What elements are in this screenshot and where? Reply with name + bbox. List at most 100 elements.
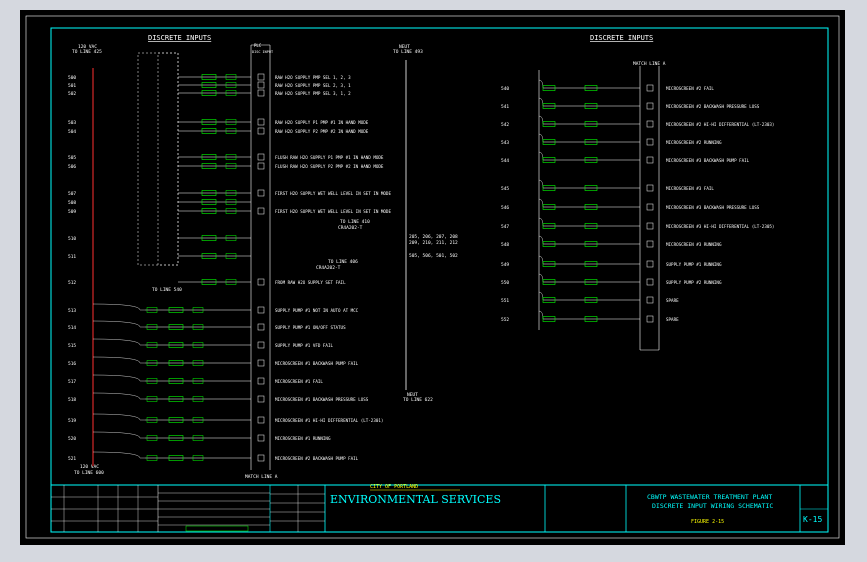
rung-line-number: 552 [501,317,509,323]
supply-jumper [92,413,145,421]
rung-description: FIRST H2O SUPPLY WET WELL LEVEL IN SET I… [275,209,391,214]
input-point [257,127,265,135]
rung-line-number: 501 [68,83,76,89]
supply-jumper [538,97,544,107]
input-point [646,138,654,146]
rung-description: MICROSCREEN #3 BACKWASH PUMP FAIL [666,158,750,163]
rung-description: MICROSCREEN #1 FAIL [275,379,323,384]
supply-jumper [92,451,145,459]
left-rung: 501 RAW H2O SUPPLY PMP SEL 2, 3, 1 [68,81,351,89]
rung-description: SUPPLY PUMP #2 RUNNING [666,280,722,285]
rung-description: SUPPLY PUMP #1 VFD FAIL [275,343,333,348]
rung-description: SUPPLY PUMP #1 ON/OFF STATUS [275,325,346,330]
supply-jumper [538,198,544,208]
rung-line-number: 502 [68,91,76,97]
supply-jumper [538,133,544,143]
supply-jumper [92,320,145,328]
input-point [646,120,654,128]
figure-number: FIGURE 2-15 [691,519,724,525]
supply-bottom-label: 120 VAC [80,464,99,470]
input-point [257,89,265,97]
wiring-schematic: DISCRETE INPUTS DISCRETE INPUTS 120 VAC … [25,15,840,539]
supply-jumper [538,291,544,301]
rung-description: SPARE [666,298,679,303]
input-point [257,306,265,314]
rung-description: SUPPLY PUMP #1 RUNNING [666,262,722,267]
supply-jumper [538,179,544,189]
left-rung: 520 MICROSCREEN #1 RUNNING [68,431,331,442]
input-point [257,278,265,286]
rung-line-number: 519 [68,418,76,424]
drawing-title-line-1: CBWTP WASTEWATER TREATMENT PLANT [647,493,772,501]
right-rungs: 540 MICROSCREEN #2 FAIL 541 MICROSCREEN #2 … [501,79,774,323]
left-rung: 500 RAW H2O SUPPLY PMP SEL 1, 2, 3 [68,73,351,81]
rung-description: MICROSCREEN #1 HI-HI DIFFERENTIAL (LT-23… [275,418,383,423]
right-rung: 543 MICROSCREEN #2 RUNNING [501,133,722,146]
rung-line-number: 504 [68,129,76,135]
right-rung: 548 MICROSCREEN #3 RUNNING [501,235,722,248]
selector-contact-box [157,52,179,266]
supply-jumper [92,374,145,382]
left-rung: 507 FIRST H2O SUPPLY WET WELL LEVEL IN SE… [68,189,391,197]
rung-line-number: 541 [501,104,509,110]
note-relay-a: CR4A202-T [338,225,363,231]
rung-line-number: 503 [68,120,76,126]
rung-line-number: 506 [68,164,76,170]
left-rung: 515 SUPPLY PUMP #1 VFD FAIL [68,338,333,349]
rung-line-number: 547 [501,224,509,230]
left-rung: 519 MICROSCREEN #1 HI-HI DIFFERENTIAL (LT… [68,413,383,424]
right-rung: 544 MICROSCREEN #3 BACKWASH PUMP FAIL [501,151,750,164]
rung-line-number: 508 [68,200,76,206]
rung-description: RAW H2O SUPPLY P2 PMP #2 IN HAND MODE [275,129,369,134]
rung-line-number: 500 [68,75,76,81]
rung-description: RAW H2O SUPPLY PMP SEL 1, 2, 3 [275,75,351,80]
rung-description: MICROSCREEN #1 BACKWASH PRESSURE LOSS [275,397,369,402]
supply-from-label: TO LINE 425 [72,49,102,55]
supply-jumper [538,151,544,161]
rung-line-number: 550 [501,280,509,286]
input-point [257,207,265,215]
note-ref-c: 505, 506, 501, 502 [409,253,458,259]
input-point [257,162,265,170]
left-rung: 521 MICROSCREEN #2 BACKWASH PUMP FAIL [68,451,359,462]
input-point [257,377,265,385]
left-rung: 510 [68,235,251,242]
input-point [646,84,654,92]
input-point [257,416,265,424]
left-rung: 516 MICROSCREEN #1 BACKWASH PUMP FAIL [68,356,359,367]
input-point [646,222,654,230]
input-point [257,454,265,462]
right-rung: 550 SUPPLY PUMP #2 RUNNING [501,273,722,286]
left-rung: 506 FLUSH RAW H2O SUPPLY P2 PMP #2 IN HAN… [68,162,384,170]
rung-description: MICROSCREEN #2 BACKWASH PUMP FAIL [275,456,359,461]
input-point [257,81,265,89]
card-label: PLC [254,43,262,48]
rung-line-number: 517 [68,379,76,385]
to-line-540-label: TO LINE 540 [152,287,182,293]
rung-line-number: 521 [68,456,76,462]
note-to-line-406: TO LINE 406 [328,259,358,265]
rung-line-number: 512 [68,280,76,286]
rung-line-number: 546 [501,205,509,211]
input-point [646,203,654,211]
left-rung: 508 [68,199,251,206]
rung-line-number: 513 [68,308,76,314]
rung-description: MICROSCREEN #3 HI-HI DIFFERENTIAL (LT-23… [666,224,774,229]
rung-description: MICROSCREEN #2 RUNNING [666,140,722,145]
input-point [646,156,654,164]
supply-jumper [92,431,145,439]
rung-line-number: 520 [68,436,76,442]
rung-line-number: 545 [501,186,509,192]
note-ref-a: 205, 206, 207, 208 [409,234,458,240]
rung-description: MICROSCREEN #3 BACKWASH PRESSURE LOSS [666,205,760,210]
note-ref-b: 209, 210, 211, 212 [409,240,458,246]
left-rung: 513 SUPPLY PUMP #1 NOT IN AUTO AT MCC [68,303,359,314]
drawing-title-line-2: DISCRETE INPUT WIRING SCHEMATIC [652,502,773,510]
rung-description: MICROSCREEN #2 FAIL [666,86,714,91]
sheet-number: K-15 [803,515,822,524]
rung-line-number: 551 [501,298,509,304]
cad-viewport: DISCRETE INPUTS DISCRETE INPUTS 120 VAC … [0,0,867,562]
rung-line-number: 510 [68,236,76,242]
input-point [646,102,654,110]
input-point [257,323,265,331]
